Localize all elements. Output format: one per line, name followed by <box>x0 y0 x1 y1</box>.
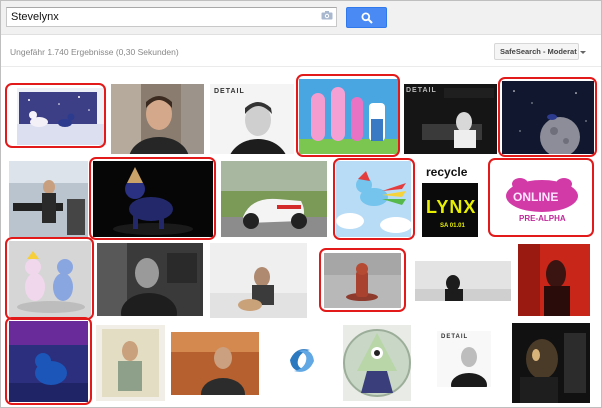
image-result[interactable] <box>299 79 398 154</box>
lynx-text: LYNX <box>426 197 477 217</box>
search-header <box>1 1 601 35</box>
event-date-text: SA 01.01 <box>440 223 465 229</box>
results-toolbar: Ungefähr 1.740 Ergebnisse (0,30 Sekunden… <box>1 36 601 67</box>
image-result[interactable] <box>282 340 322 381</box>
safesearch-label: SafeSearch - Moderat <box>500 47 577 56</box>
image-result[interactable] <box>111 84 204 154</box>
image-result[interactable] <box>9 241 91 317</box>
pre-alpha-text: PRE-ALPHA <box>519 214 566 223</box>
image-result[interactable] <box>97 243 203 316</box>
image-result[interactable] <box>9 321 88 402</box>
image-result[interactable]: recycle LYNX SA 01.01 <box>422 161 478 237</box>
image-result[interactable] <box>96 325 165 401</box>
safesearch-dropdown[interactable]: SafeSearch - Moderat <box>494 43 586 60</box>
search-input[interactable] <box>6 7 337 27</box>
image-result[interactable] <box>518 244 590 316</box>
recycle-text: recycle <box>426 165 468 179</box>
image-result[interactable] <box>336 161 411 237</box>
image-result[interactable] <box>502 81 594 154</box>
camera-icon[interactable] <box>321 11 333 20</box>
image-result[interactable]: ONLINE PRE-ALPHA <box>492 162 590 233</box>
image-result[interactable] <box>512 323 590 403</box>
image-result[interactable] <box>93 161 213 237</box>
image-result[interactable]: DETAIL <box>404 84 497 154</box>
chevron-down-icon <box>579 50 586 54</box>
image-result[interactable] <box>415 261 511 301</box>
image-result[interactable]: DETAIL <box>210 84 294 154</box>
detail-logo-text: DETAIL <box>441 334 469 340</box>
search-icon <box>361 12 373 24</box>
image-result[interactable] <box>210 243 307 318</box>
search-button[interactable] <box>346 7 387 28</box>
image-result[interactable] <box>343 325 411 401</box>
online-logo-text: ONLINE <box>513 190 559 204</box>
image-result[interactable] <box>324 253 401 308</box>
image-result[interactable]: DETAIL <box>437 331 491 387</box>
detail-logo-text: DETAIL <box>214 88 245 95</box>
detail-logo-text: DETAIL <box>406 87 437 94</box>
image-result[interactable] <box>9 88 106 145</box>
image-result[interactable] <box>221 161 327 237</box>
result-stats: Ungefähr 1.740 Ergebnisse (0,30 Sekunden… <box>10 47 179 57</box>
image-search-page: Ungefähr 1.740 Ergebnisse (0,30 Sekunden… <box>0 0 602 408</box>
image-result[interactable] <box>171 332 259 395</box>
image-result[interactable] <box>9 161 88 237</box>
